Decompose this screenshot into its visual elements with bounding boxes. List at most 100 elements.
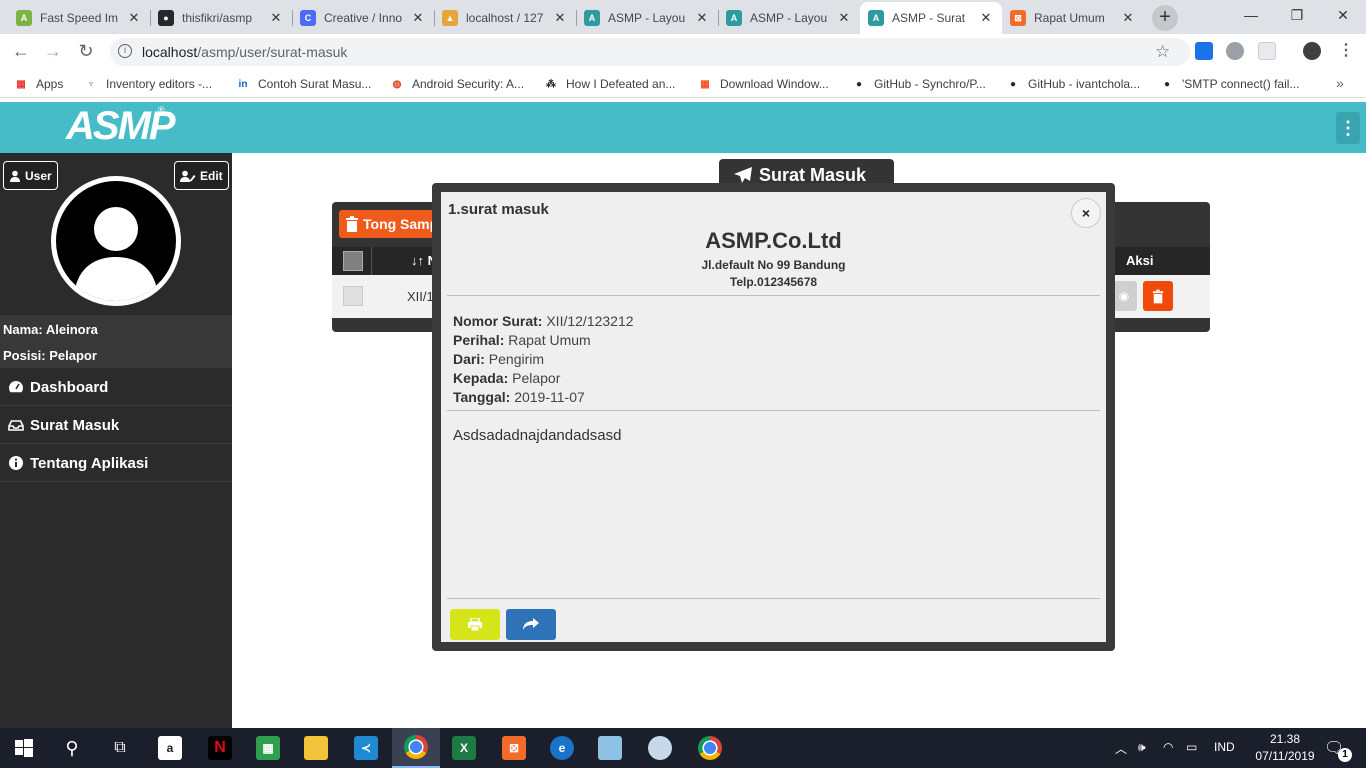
volume-icon[interactable]: 🕪 [1138, 740, 1146, 755]
tab-close-icon[interactable]: ✕ [1120, 10, 1136, 26]
tab-close-icon[interactable]: ✕ [126, 10, 142, 26]
bookmark-icon: ● [1009, 78, 1017, 90]
delete-button[interactable] [1143, 281, 1173, 311]
new-tab-button[interactable]: + [1152, 5, 1178, 31]
share-forward-icon [523, 618, 539, 630]
trash-bin-button[interactable]: Tong Samp [339, 210, 439, 238]
nav-surat-masuk[interactable]: Surat Masuk [0, 407, 232, 444]
search-icon[interactable]: ⚲ [48, 728, 96, 768]
browser-tab[interactable]: A Fast Speed Im ✕ [8, 2, 150, 34]
taskbar-explorer[interactable] [292, 728, 340, 768]
browser-menu-icon[interactable]: ⋮ [1338, 40, 1354, 60]
maximize-button[interactable]: ❐ [1274, 0, 1320, 32]
taskbar-amazon[interactable]: a [146, 728, 194, 768]
bookmark-item[interactable]: ● GitHub - Synchro/P... [852, 76, 986, 92]
tab-label: ASMP - Layou [608, 11, 686, 25]
profile-position: Posisi: Pelapor [3, 348, 97, 363]
edit-button-label: Edit [200, 168, 223, 183]
bookmark-item[interactable]: ▦ Apps [14, 76, 63, 92]
bookmark-label: GitHub - Synchro/P... [874, 77, 986, 91]
edge-icon: e [550, 736, 574, 760]
registered-mark: ® [158, 105, 165, 115]
tab-close-icon[interactable]: ✕ [836, 10, 852, 26]
row-checkbox[interactable] [343, 286, 363, 306]
forward-button[interactable]: → [40, 38, 66, 64]
edit-profile-button[interactable]: Edit [174, 161, 229, 190]
taskbar-spreadsheet[interactable]: ▦ [244, 728, 292, 768]
bookmark-label: How I Defeated an... [566, 77, 676, 91]
bookmark-label: Download Window... [720, 77, 829, 91]
taskbar-chrome-active[interactable] [392, 728, 440, 768]
browser-tab[interactable]: ▲ localhost / 127 ✕ [434, 2, 576, 34]
nav-dashboard[interactable]: Dashboard [0, 369, 232, 406]
tab-close-icon[interactable]: ✕ [552, 10, 568, 26]
bookmark-item[interactable]: ♆ Inventory editors -... [84, 76, 212, 92]
task-view-icon[interactable]: ⧉ [96, 728, 144, 768]
bookmark-item[interactable]: ◍ Android Security: A... [390, 76, 524, 92]
extension-shield-icon[interactable] [1226, 42, 1244, 60]
reload-button[interactable]: ↻ [73, 38, 99, 64]
close-window-button[interactable]: ✕ [1320, 0, 1366, 32]
bookmark-icon: ♆ [87, 78, 95, 90]
start-button[interactable] [0, 728, 48, 768]
taskbar-edge[interactable]: e [538, 728, 586, 768]
clock-time: 21.38 [1269, 732, 1301, 746]
bookmark-item[interactable]: ▦ Download Window... [698, 76, 829, 92]
browser-tab[interactable]: ● thisfikri/asmp ✕ [150, 2, 292, 34]
minimize-button[interactable]: — [1228, 0, 1274, 32]
tab-label: Rapat Umum [1034, 11, 1105, 25]
browser-tab[interactable]: ⊠ Rapat Umum ✕ [1002, 2, 1144, 34]
tab-close-icon[interactable]: ✕ [410, 10, 426, 26]
info-icon[interactable]: i [118, 44, 132, 58]
nav-tentang-aplikasi[interactable]: Tentang Aplikasi [0, 445, 232, 482]
back-button[interactable]: ← [8, 38, 34, 64]
input-language[interactable]: IND [1214, 740, 1235, 754]
battery-icon[interactable]: ▭ [1186, 740, 1197, 754]
taskbar-excel[interactable]: X [440, 728, 488, 768]
bookmark-label: 'SMTP connect() fail... [1182, 77, 1300, 91]
taskbar-paint[interactable] [636, 728, 684, 768]
extension-box-icon[interactable] [1258, 42, 1276, 60]
taskbar-chrome[interactable] [686, 728, 734, 768]
taskbar-notepad[interactable] [586, 728, 634, 768]
taskbar-netflix[interactable]: N [196, 728, 244, 768]
bookmark-icon: in [238, 78, 248, 90]
close-icon[interactable]: × [1071, 198, 1101, 228]
forward-button[interactable] [506, 609, 556, 640]
browser-tab[interactable]: A ASMP - Surat ✕ [860, 2, 1002, 34]
taskbar-xampp[interactable]: ⊠ [490, 728, 538, 768]
show-hidden-icons-icon[interactable]: ︿ [1115, 740, 1127, 757]
spreadsheet-icon: ▦ [256, 736, 280, 760]
trash-icon [1152, 289, 1164, 303]
select-all-checkbox[interactable] [343, 251, 363, 271]
extension-cast-icon[interactable] [1195, 42, 1213, 60]
trash-bin-label: Tong Samp [363, 216, 439, 232]
user-button-label: User [25, 168, 52, 183]
field-label: Kepada: [453, 370, 509, 386]
user-edit-icon [180, 170, 196, 182]
more-bookmarks-icon[interactable]: » [1336, 75, 1344, 91]
paper-plane-icon [734, 167, 752, 183]
user-button[interactable]: User [3, 161, 58, 190]
tab-close-icon[interactable]: ✕ [978, 10, 994, 26]
app-menu-button[interactable]: ⋮ [1336, 112, 1360, 144]
tab-close-icon[interactable]: ✕ [268, 10, 284, 26]
taskbar-vscode[interactable]: ≺ [342, 728, 390, 768]
network-icon[interactable]: ◠ [1163, 740, 1173, 754]
url-text[interactable]: localhost/asmp/user/surat-masuk [142, 44, 347, 60]
browser-tab[interactable]: A ASMP - Layou ✕ [718, 2, 860, 34]
company-phone: Telp.012345678 [729, 275, 818, 289]
taskbar-clock[interactable]: 21.38 07/11/2019 [1255, 731, 1315, 765]
bookmark-star-icon[interactable]: ☆ [1155, 42, 1170, 62]
tab-favicon-icon: A [726, 10, 742, 26]
browser-tab[interactable]: C Creative / Inno ✕ [292, 2, 434, 34]
bookmark-item[interactable]: ● GitHub - ivantchola... [1006, 76, 1140, 92]
profile-avatar-icon[interactable] [1303, 42, 1321, 60]
tab-close-icon[interactable]: ✕ [694, 10, 710, 26]
bookmark-item[interactable]: ● 'SMTP connect() fail... [1160, 76, 1299, 92]
tab-favicon-icon: A [584, 10, 600, 26]
bookmark-item[interactable]: ⁂ How I Defeated an... [544, 76, 675, 92]
bookmark-item[interactable]: in Contoh Surat Masu... [236, 76, 372, 92]
print-button[interactable] [450, 609, 500, 640]
browser-tab[interactable]: A ASMP - Layou ✕ [576, 2, 718, 34]
